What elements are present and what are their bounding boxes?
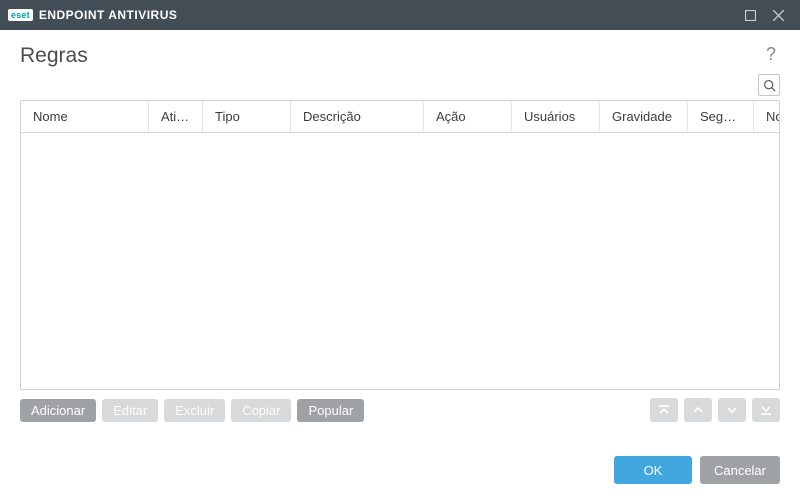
move-bottom-button[interactable] xyxy=(752,398,780,422)
move-up-button[interactable] xyxy=(684,398,712,422)
maximize-icon xyxy=(745,10,756,21)
column-header[interactable]: Notificar xyxy=(754,101,779,132)
column-header[interactable]: Gravidade xyxy=(600,101,688,132)
search-row xyxy=(0,74,800,100)
table-header-row: NomeAtivadoTipoDescriçãoAçãoUsuáriosGrav… xyxy=(21,101,779,133)
add-button[interactable]: Adicionar xyxy=(20,399,96,422)
chevron-up-icon xyxy=(691,403,705,417)
move-top-button[interactable] xyxy=(650,398,678,422)
column-header[interactable]: Tipo xyxy=(203,101,291,132)
edit-button[interactable]: Editar xyxy=(102,399,158,422)
search-button[interactable] xyxy=(758,74,780,96)
ok-button[interactable]: OK xyxy=(614,456,692,484)
delete-button[interactable]: Excluir xyxy=(164,399,225,422)
page-title: Regras xyxy=(20,44,88,68)
column-header[interactable]: Usuários xyxy=(512,101,600,132)
table-body xyxy=(21,133,779,389)
column-header[interactable]: Ativado xyxy=(149,101,203,132)
titlebar: eset ENDPOINT ANTIVIRUS xyxy=(0,0,800,30)
close-icon xyxy=(773,10,784,21)
window-close-button[interactable] xyxy=(764,0,792,30)
window-maximize-button[interactable] xyxy=(736,0,764,30)
help-button[interactable]: ? xyxy=(762,44,780,65)
brand-badge: eset xyxy=(8,9,33,21)
app-title-text: ENDPOINT ANTIVIRUS xyxy=(39,8,178,22)
page-header: Regras ? xyxy=(0,30,800,74)
column-header[interactable]: Segmen... xyxy=(688,101,754,132)
column-header[interactable]: Nome xyxy=(21,101,149,132)
app-title: ENDPOINT ANTIVIRUS xyxy=(39,8,178,22)
table-toolbar: Adicionar Editar Excluir Copiar Popular xyxy=(0,390,800,422)
dialog-footer: OK Cancelar xyxy=(0,442,800,500)
rules-table: NomeAtivadoTipoDescriçãoAçãoUsuáriosGrav… xyxy=(20,100,780,390)
chevron-bottom-icon xyxy=(759,403,773,417)
search-icon xyxy=(763,79,776,92)
column-header[interactable]: Ação xyxy=(424,101,512,132)
copy-button[interactable]: Copiar xyxy=(231,399,291,422)
move-down-button[interactable] xyxy=(718,398,746,422)
column-header[interactable]: Descrição xyxy=(291,101,424,132)
cancel-button[interactable]: Cancelar xyxy=(700,456,780,484)
table-scroll[interactable]: NomeAtivadoTipoDescriçãoAçãoUsuáriosGrav… xyxy=(21,101,779,389)
chevron-down-icon xyxy=(725,403,739,417)
populate-button[interactable]: Popular xyxy=(297,399,364,422)
chevron-top-icon xyxy=(657,403,671,417)
